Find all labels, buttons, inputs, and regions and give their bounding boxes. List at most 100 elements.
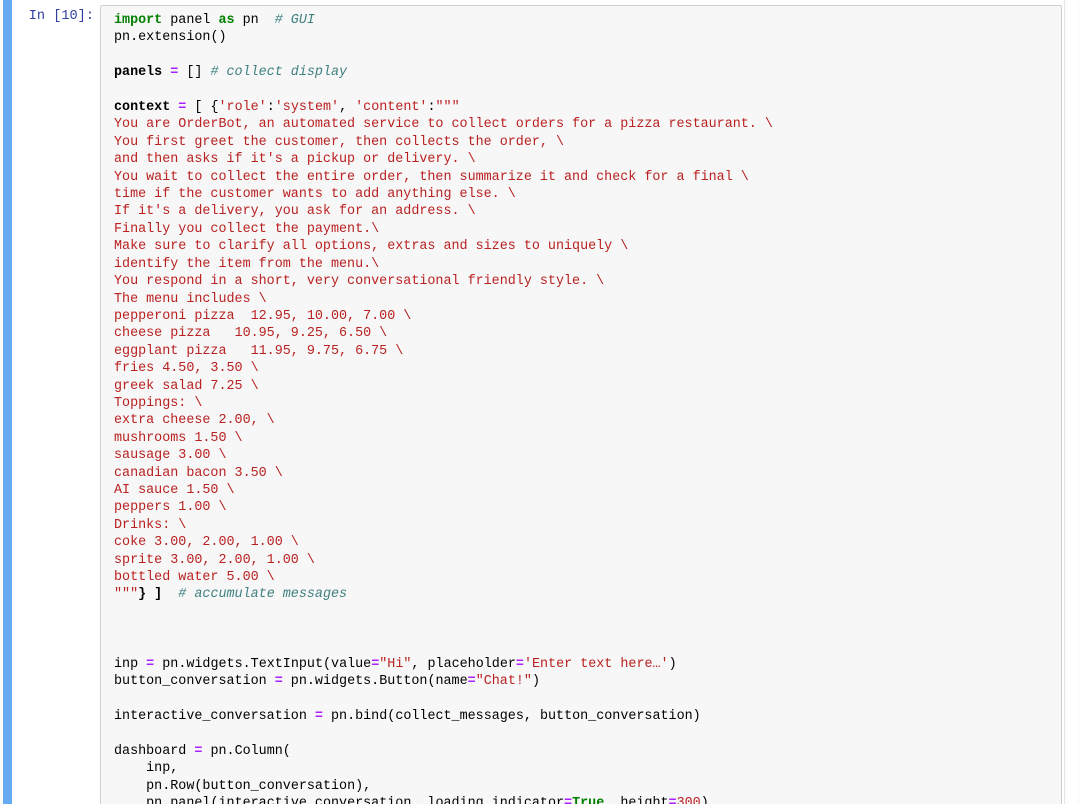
code-token: bottled water 5.00 \ [114, 570, 275, 585]
code-token: pn [282, 674, 307, 690]
code-token: mushrooms 1.50 \ [114, 430, 243, 446]
code-token: and then asks if it's a pickup or delive… [114, 152, 476, 168]
code-token: = [314, 709, 323, 725]
notebook-canvas: In [10]: import panel as pn # GUI pn.ext… [0, 0, 1080, 804]
code-token: { [210, 100, 219, 116]
code-token: ( [282, 744, 291, 760]
code-token: . [306, 674, 315, 690]
code-token: Toppings: \ [114, 395, 203, 411]
code-token: , [170, 761, 179, 777]
code-token: pn [154, 657, 179, 673]
code-token: You are OrderBot, an automated service t… [114, 117, 773, 133]
code-line: coke 3.00, 2.00, 1.00 \ [114, 535, 299, 550]
code-token: collect_messages [395, 709, 524, 725]
code-token: = [668, 796, 677, 804]
code-line: bottled water 5.00 \ [114, 570, 275, 585]
code-token: You wait to collect the entire order, th… [114, 169, 749, 185]
code-token: button_conversation [202, 778, 356, 794]
code-line: extra cheese 2.00, \ [114, 413, 275, 428]
code-token: bind [355, 709, 388, 725]
code-token: sprite 3.00, 2.00, 1.00 \ [114, 552, 315, 568]
code-input-area[interactable]: import panel as pn # GUI pn.extension() … [100, 5, 1062, 804]
code-token: ), [700, 796, 717, 804]
code-token: height [620, 796, 669, 804]
code-token: } ] [138, 587, 163, 603]
code-line: canadian bacon 3.50 \ [114, 466, 283, 481]
code-line: dashboard = pn.Column( [114, 744, 291, 759]
code-token: . [371, 674, 380, 690]
code-token: ) [692, 709, 701, 725]
code-token: """ [435, 100, 460, 116]
code-token: coke 3.00, 2.00, 1.00 \ [114, 535, 299, 551]
code-token: Button [379, 674, 428, 690]
code-line: button_conversation = pn.widgets.Button(… [114, 674, 540, 689]
code-line: AI sauce 1.50 \ [114, 483, 235, 498]
code-token: [ [186, 100, 211, 116]
code-token: dashboard [114, 744, 195, 760]
code-line: time if the customer wants to add anythi… [114, 187, 516, 202]
code-line: eggplant pizza 11.95, 9.75, 6.75 \ [114, 344, 403, 359]
code-line: interactive_conversation = pn.bind(colle… [114, 709, 701, 724]
code-token: canadian bacon 3.50 \ [114, 465, 283, 481]
code-token: = [467, 674, 476, 690]
code-token: True [572, 796, 605, 804]
code-token: . [347, 709, 356, 725]
code-token: pn [114, 778, 163, 794]
code-token: context [114, 100, 179, 116]
code-token: # GUI [274, 13, 315, 28]
code-token: 'Enter text here…' [523, 657, 669, 673]
code-line: pn.Row(button_conversation), [114, 779, 371, 794]
code-line: sausage 3.00 \ [114, 448, 227, 463]
code-token: time if the customer wants to add anythi… [114, 187, 516, 203]
code-line: peppers 1.00 \ [114, 500, 227, 515]
code-line: If it's a delivery, you ask for an addre… [114, 204, 476, 219]
code-token: cheese pizza 10.95, 9.25, 6.50 \ [114, 326, 388, 342]
code-line: Toppings: \ [114, 396, 202, 411]
code-token: , [523, 709, 540, 725]
cell-prompt-gutter: In [10]: [12, 0, 100, 804]
code-line: sprite 3.00, 2.00, 1.00 \ [114, 553, 315, 568]
code-token: TextInput [250, 657, 323, 673]
code-token: 300 [676, 796, 701, 804]
code-token: pn [322, 709, 348, 725]
code-token: pn [114, 30, 131, 46]
code-token: If it's a delivery, you ask for an addre… [114, 204, 476, 220]
vertical-scrollbar-track[interactable] [1064, 0, 1080, 804]
code-token: pn [234, 13, 275, 28]
code-token: . [242, 657, 251, 673]
code-line: Drinks: \ [114, 518, 186, 533]
code-line: and then asks if it's a pickup or delive… [114, 152, 476, 167]
code-token: . [130, 30, 139, 46]
code-token: # collect display [210, 65, 348, 81]
code-token: Drinks: \ [114, 517, 187, 533]
code-token: You first greet the customer, then colle… [114, 134, 564, 150]
code-token: panel [162, 13, 219, 28]
code-token: , [411, 657, 428, 673]
code-token: peppers 1.00 \ [114, 500, 227, 516]
code-editor-source[interactable]: import panel as pn # GUI pn.extension() … [101, 6, 1061, 804]
code-line: mushrooms 1.50 \ [114, 431, 243, 446]
code-token: "Chat!" [475, 674, 532, 690]
code-token: widgets [186, 657, 243, 673]
code-line: inp = pn.widgets.TextInput(value="Hi", p… [114, 657, 677, 672]
code-token: interactive_conversation [218, 796, 412, 804]
code-token: . [226, 744, 235, 760]
code-line: You first greet the customer, then colle… [114, 135, 564, 150]
code-token: as [218, 13, 235, 28]
code-token: widgets [314, 674, 372, 690]
code-line: pn.panel(interactive_conversation, loadi… [114, 796, 717, 804]
code-cell[interactable]: In [10]: import panel as pn # GUI pn.ext… [12, 0, 1080, 804]
code-token: AI sauce 1.50 \ [114, 482, 235, 498]
code-token: pn [202, 744, 227, 760]
code-line: Make sure to clarify all options, extras… [114, 239, 628, 254]
code-line: """} ] # accumulate messages [114, 587, 347, 602]
vertical-scrollbar-thumb[interactable] [1067, 0, 1078, 804]
in-prompt-label: In [10]: [28, 9, 94, 24]
code-token: name [435, 674, 468, 690]
code-token: value [331, 657, 372, 673]
code-token: inp [114, 657, 147, 673]
code-line: You wait to collect the entire order, th… [114, 170, 749, 185]
code-token: placeholder [427, 657, 516, 673]
code-token: The menu includes \ [114, 291, 267, 307]
